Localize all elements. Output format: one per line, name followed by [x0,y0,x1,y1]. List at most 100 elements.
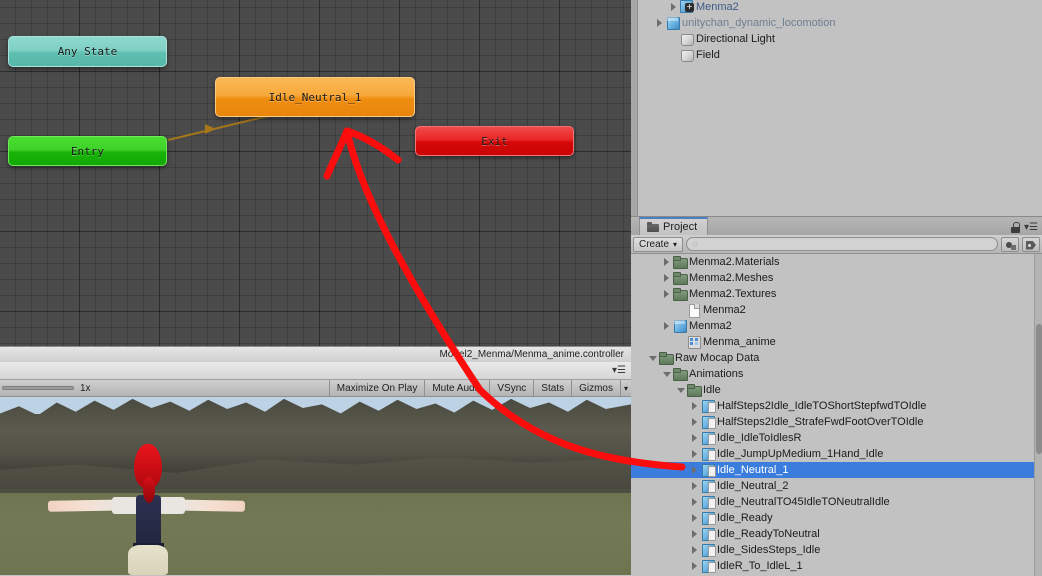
chevron-right-icon[interactable] [689,430,700,446]
tree-row[interactable]: Menma_anime [631,334,1034,350]
tree-row[interactable]: Field [638,47,1035,63]
game-view-scale-control[interactable]: 1x [0,380,329,396]
chevron-right-icon[interactable] [668,0,679,15]
chevron-down-icon[interactable] [661,366,672,382]
chevron-right-icon[interactable] [661,270,672,286]
tree-row[interactable]: HalfSteps2Idle_IdleTOShortStepfwdTOIdle [631,398,1034,414]
hierarchy-panel[interactable]: Menma2 unitychan_dynamic_locomotion Direct… [638,0,1035,216]
chevron-right-icon[interactable] [654,15,665,31]
tree-row[interactable]: HalfSteps2Idle_StrafeFwdFootOverTOIdle [631,414,1034,430]
tree-row[interactable]: Idle [631,382,1034,398]
tree-row[interactable]: unitychan_dynamic_locomotion [638,15,1035,31]
tree-row-label: Idle_ReadyToNeutral [717,528,820,540]
character-skirt [128,545,168,575]
chevron-down-icon[interactable] [675,382,686,398]
tree-row-label: Menma2 [689,320,732,332]
tree-row[interactable]: Animations [631,366,1034,382]
tree-row[interactable]: Idle_IdleToIdlesR [631,430,1034,446]
folder-icon [686,383,702,397]
model-icon [700,447,716,461]
stats-button[interactable]: Stats [533,380,572,396]
search-input[interactable] [701,238,991,250]
stats-label: Stats [541,382,565,394]
chevron-right-icon[interactable] [689,494,700,510]
tree-row[interactable]: Menma2.Materials [631,254,1034,270]
gizmos-dropdown-icon[interactable]: ▾ [619,380,631,396]
chevron-right-icon[interactable] [689,478,700,494]
lock-icon[interactable] [1011,222,1021,233]
tree-row[interactable]: Idle_JumpUpMedium_1Hand_Idle [631,446,1034,462]
tree-row[interactable]: Idle_Ready [631,510,1034,526]
gizmos-button[interactable]: Gizmos [571,380,620,396]
scale-slider[interactable] [2,386,74,390]
chevron-right-icon[interactable] [689,414,700,430]
tree-row[interactable]: Menma2 [631,318,1034,334]
state-node-exit[interactable]: Exit [415,126,574,156]
tree-row[interactable]: Idle_SidesSteps_Idle [631,542,1034,558]
chevron-right-icon[interactable] [689,462,700,478]
state-node-label: Exit [481,134,508,148]
panel-menu-icon[interactable]: ▾☰ [1024,222,1038,233]
tree-row-label: Menma_anime [703,336,776,348]
tree-row-label: Idle [703,384,721,396]
chevron-right-icon[interactable] [689,446,700,462]
hierarchy-left-gutter [631,0,638,216]
model-icon [700,511,716,525]
model-icon [700,431,716,445]
chevron-right-icon[interactable] [661,318,672,334]
mute-audio-label: Mute Audio [432,382,483,394]
maximize-on-play-button[interactable]: Maximize On Play [328,380,425,396]
tree-row[interactable]: Menma2.Meshes [631,270,1034,286]
folder-icon [672,367,688,381]
document-icon [686,303,701,318]
game-view-render[interactable] [0,397,631,575]
vsync-button[interactable]: VSync [489,380,534,396]
folder-icon [672,255,688,269]
filter-by-type-icon[interactable] [1001,236,1019,252]
tree-row-label: Idle_SidesSteps_Idle [717,544,821,556]
panel-menu-icon[interactable]: ▾☰ [612,366,626,376]
tree-row[interactable]: Menma2.Textures [631,286,1034,302]
chevron-down-icon[interactable] [647,350,658,366]
chevron-right-icon[interactable] [689,526,700,542]
tree-row[interactable]: Menma2 [631,302,1034,318]
state-node-any-state[interactable]: Any State [8,36,167,67]
chevron-right-icon[interactable] [689,558,700,574]
tree-row-label: HalfSteps2Idle_IdleTOShortStepfwdTOIdle [717,400,927,412]
search-field[interactable]: ◌ [686,237,998,251]
mute-audio-button[interactable]: Mute Audio [424,380,490,396]
tab-project[interactable]: Project [639,217,709,235]
chevron-right-icon[interactable] [661,286,672,302]
tree-row[interactable]: Idle_ReadyToNeutral [631,526,1034,542]
create-button[interactable]: Create ▾ [633,236,684,252]
tree-row[interactable]: Idle_NeutralTO45IdleTONeutralIdle [631,494,1034,510]
chevron-right-icon[interactable] [689,510,700,526]
chevron-right-icon[interactable] [661,254,672,270]
project-tree[interactable]: Menma2.Materials Menma2.Meshes Menma2.Text… [631,254,1034,576]
chevron-right-icon[interactable] [689,398,700,414]
project-scrollbar-thumb[interactable] [1036,324,1042,454]
tab-project-label: Project [663,221,698,233]
project-tree-rows[interactable]: Menma2.Materials Menma2.Meshes Menma2.Text… [631,254,1034,576]
filter-by-label-icon[interactable] [1022,236,1040,252]
state-node-entry[interactable]: Entry [8,136,167,166]
animator-window[interactable]: Any State Entry Idle_Neutral_1 Exit Mode… [0,0,631,362]
search-icon: ◌ [693,239,698,249]
tree-row[interactable]: Directional Light [638,31,1035,47]
tree-row[interactable]: IdleR_To_IdleL_1 [631,558,1034,574]
tree-row[interactable]: Idle_Neutral_2 [631,478,1034,494]
tree-row[interactable]: Menma2 [638,0,1035,15]
hierarchy-tree[interactable]: Menma2 unitychan_dynamic_locomotion Direct… [638,0,1035,63]
project-scrollbar[interactable] [1034,254,1042,576]
folder-icon [647,222,659,232]
state-node-label: Any State [57,45,118,58]
state-node-idle-neutral-1[interactable]: Idle_Neutral_1 [215,77,415,117]
project-tab-controls: ▾☰ [1011,222,1042,235]
tree-row[interactable]: Raw Mocap Data [631,350,1034,366]
chevron-right-icon[interactable] [689,542,700,558]
tree-row[interactable]: Idle_Neutral_1 [631,462,1034,478]
folder-icon [672,271,688,285]
